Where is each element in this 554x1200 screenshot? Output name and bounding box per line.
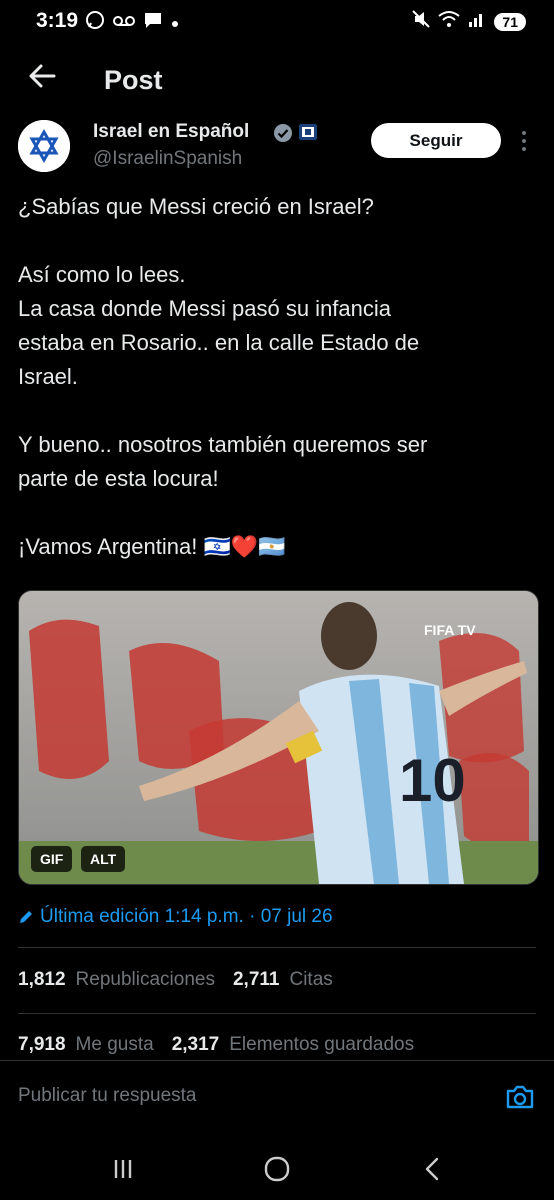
post-line: ¡Vamos Argentina! 🇮🇱❤️🇦🇷 <box>18 534 286 559</box>
edit-history-link[interactable]: Última edición 1:14 p.m. · 07 jul 26 <box>18 906 333 928</box>
whatsapp-icon <box>85 10 105 35</box>
voicemail-icon <box>113 12 135 33</box>
edit-timestamp: Última edición 1:14 p.m. · 07 jul 26 <box>40 906 333 927</box>
system-icons: 71 <box>412 10 526 33</box>
top-app-bar: Post <box>0 52 554 112</box>
more-options-icon[interactable] <box>520 130 528 152</box>
status-time: 3:19 <box>36 9 79 32</box>
jersey-number: 10 <box>399 747 466 814</box>
post-media-gif[interactable]: 10 FIFA TV GIF ALT <box>18 590 539 885</box>
likes-label[interactable]: Me gusta <box>76 1034 154 1056</box>
reply-bar: Publicar tu respuesta <box>0 1060 554 1133</box>
post-line: ¿Sabías que Messi creció en Israel? <box>18 194 374 219</box>
reposts-label[interactable]: Republicaciones <box>76 969 215 991</box>
system-navigation-bar <box>0 1138 554 1200</box>
emblem-icon <box>299 124 317 140</box>
post-line: parte de esta locura! <box>18 466 219 491</box>
recent-apps-icon[interactable] <box>108 1154 138 1184</box>
mute-icon <box>412 10 431 33</box>
status-bar: 3:19 71 <box>0 0 554 44</box>
star-of-david-icon <box>18 120 70 172</box>
wifi-icon <box>438 10 461 33</box>
follow-button[interactable]: Seguir <box>371 123 501 158</box>
battery-indicator: 71 <box>494 12 526 31</box>
avatar[interactable] <box>18 120 70 172</box>
stats-row-likes: 7,918 Me gusta 2,317 Elementos guardados <box>18 1034 414 1056</box>
bookmarks-count[interactable]: 2,317 <box>172 1034 220 1056</box>
divider <box>18 1013 536 1014</box>
post-line: Israel. <box>18 364 78 389</box>
chat-icon <box>143 11 163 34</box>
alt-text-button[interactable]: ALT <box>81 846 126 872</box>
dot-icon <box>171 12 179 33</box>
reposts-count[interactable]: 1,812 <box>18 969 66 991</box>
bookmarks-label[interactable]: Elementos guardados <box>229 1034 414 1056</box>
verified-badge-icon <box>274 124 292 142</box>
back-nav-icon[interactable] <box>418 1154 448 1184</box>
quotes-count[interactable]: 2,711 <box>233 969 280 991</box>
stats-row-reposts: 1,812 Republicaciones 2,711 Citas <box>18 969 333 991</box>
signal-icon <box>468 10 486 33</box>
camera-icon[interactable] <box>504 1081 536 1113</box>
post-line: La casa donde Messi pasó su infancia <box>18 296 392 321</box>
gif-image: 10 FIFA TV <box>19 591 538 884</box>
post-line: estaba en Rosario.. en la calle Estado d… <box>18 330 420 355</box>
post-text: ¿Sabías que Messi creció en Israel? Así … <box>18 190 538 564</box>
notification-icons <box>85 10 179 35</box>
pencil-icon <box>20 911 32 923</box>
author-handle[interactable]: @IsraelinSpanish <box>93 148 242 170</box>
reply-input[interactable]: Publicar tu respuesta <box>18 1085 197 1107</box>
likes-count[interactable]: 7,918 <box>18 1034 66 1056</box>
post-line: Y bueno.. nosotros también queremos ser <box>18 432 428 457</box>
back-arrow-icon[interactable] <box>28 62 56 90</box>
post-line: Así como lo lees. <box>18 262 186 287</box>
divider <box>18 947 536 948</box>
page-title: Post <box>104 65 163 95</box>
quotes-label[interactable]: Citas <box>289 969 332 991</box>
gif-badge: GIF <box>31 846 73 872</box>
author-name[interactable]: Israel en Español <box>93 121 249 143</box>
home-icon[interactable] <box>262 1154 292 1184</box>
fifa-tv-watermark: FIFA TV <box>424 622 476 638</box>
